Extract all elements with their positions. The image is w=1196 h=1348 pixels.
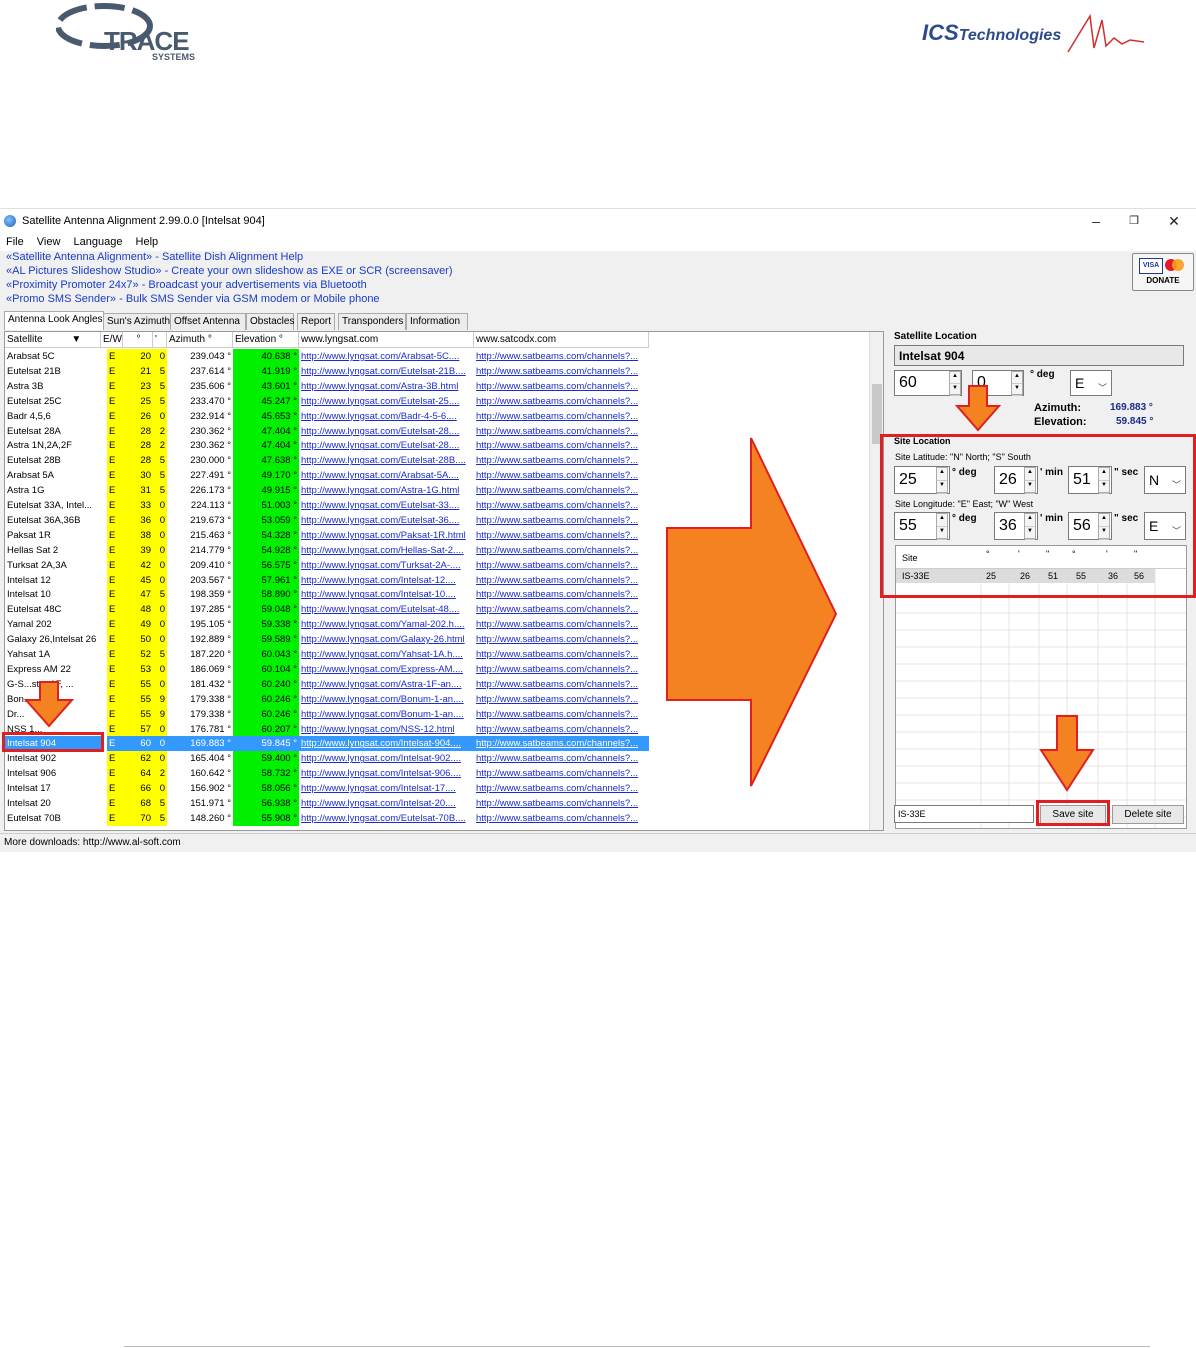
- down-arrow-icon: [954, 385, 1002, 432]
- big-right-arrow-icon: [666, 437, 838, 787]
- down-arrow-icon: [1039, 715, 1095, 792]
- annotation-arrows: [23, 385, 1095, 792]
- down-arrow-icon: [23, 681, 75, 728]
- page-footer-rule: [124, 1346, 1150, 1347]
